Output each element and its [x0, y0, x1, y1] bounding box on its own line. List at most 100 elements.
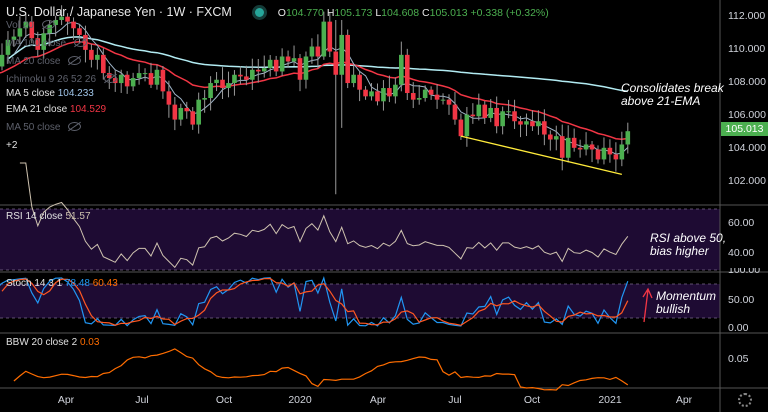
candle-body — [190, 111, 196, 125]
legend-item[interactable]: MA 5 close 104.233 — [6, 88, 94, 99]
candle-body — [363, 89, 368, 97]
candle-body — [506, 111, 511, 113]
legend-item[interactable]: MA 100 close — [6, 38, 88, 49]
candle-body — [267, 59, 273, 69]
candle-body — [202, 98, 207, 100]
legend-item[interactable]: Vol 20 — [6, 20, 55, 31]
candle-body — [160, 69, 166, 92]
settings-gear-icon[interactable] — [738, 393, 752, 407]
interval[interactable]: 1W — [167, 5, 186, 19]
candle-body — [148, 73, 154, 85]
candle-body — [118, 74, 124, 84]
legend-item[interactable]: EMA 21 close 104.529 — [6, 104, 106, 115]
bbw-legend[interactable]: BBW 20 close 2 0.03 — [6, 337, 99, 348]
candle-body — [565, 137, 571, 158]
candle-body — [166, 91, 172, 105]
candle-body — [136, 73, 142, 79]
annotation-momentum: Momentum bullish — [656, 289, 717, 316]
candle-body — [238, 74, 243, 77]
candle-body — [77, 28, 82, 35]
candle-body — [273, 59, 279, 72]
time-tick: 2021 — [598, 394, 622, 406]
candle-body — [351, 74, 356, 84]
candle-body — [470, 114, 476, 117]
candle-body — [625, 131, 631, 145]
candle-body — [178, 107, 184, 120]
candle-body — [542, 121, 547, 135]
candle-body — [464, 114, 470, 137]
annotation-ema-break: Consolidates break above 21-EMA — [621, 81, 724, 108]
candle-body — [315, 46, 321, 57]
hidden-eye-icon[interactable] — [68, 56, 82, 65]
candle-body — [619, 144, 625, 160]
legend-item[interactable]: Ichimoku 9 26 52 26 — [6, 74, 118, 85]
candle-body — [369, 91, 374, 97]
hidden-eye-icon[interactable] — [104, 74, 118, 83]
legend-item[interactable]: MA 20 close — [6, 56, 82, 67]
price-tick: 112.000 — [728, 10, 766, 22]
last-price-tag: 105.013 — [721, 122, 768, 136]
candle-body — [410, 93, 416, 100]
candle-body — [416, 98, 422, 100]
time-tick: Jul — [448, 394, 462, 406]
candle-body — [404, 54, 410, 94]
legend-more[interactable]: +2 — [6, 140, 17, 151]
time-tick: 2020 — [288, 394, 312, 406]
candle-body — [530, 121, 535, 127]
candle-body — [559, 136, 565, 158]
price-tick: 108.000 — [728, 76, 766, 88]
candle-body — [393, 84, 398, 97]
candle-body — [71, 21, 76, 29]
time-tick: Oct — [215, 394, 233, 406]
candle-body — [142, 73, 148, 75]
candle-body — [214, 79, 219, 84]
rsi-legend[interactable]: RSI 14 close 51.57 — [6, 211, 91, 222]
price-tick: 110.000 — [728, 43, 766, 55]
candle-body — [95, 54, 100, 60]
candle-body — [500, 111, 505, 127]
candle-body — [255, 69, 261, 72]
price-tick: 102.000 — [728, 175, 766, 187]
candle-body — [220, 79, 225, 89]
stoch-tick: 0.00 — [728, 322, 749, 334]
candle-body — [482, 104, 488, 118]
candle-body — [101, 54, 106, 74]
candle-body — [303, 56, 309, 80]
candle-body — [327, 21, 333, 52]
hidden-eye-icon[interactable] — [41, 20, 55, 29]
candle-body — [184, 107, 190, 112]
candle-body — [524, 121, 529, 125]
candle-body — [446, 99, 452, 105]
candle-body — [399, 54, 404, 85]
stoch-tick: 100.00 — [728, 268, 761, 275]
candle-body — [422, 89, 428, 98]
candle-body — [488, 107, 494, 118]
candle-body — [440, 99, 446, 101]
stoch-legend[interactable]: Stoch 14 3 1 78.48 60.43 — [6, 278, 118, 289]
candle-body — [595, 149, 601, 160]
time-tick: Apr — [675, 394, 693, 406]
chart-canvas[interactable] — [0, 0, 768, 412]
candle-body — [607, 147, 613, 155]
candle-body — [124, 74, 130, 87]
candle-body — [434, 94, 440, 100]
time-tick: Apr — [57, 394, 75, 406]
candle-body — [261, 68, 267, 72]
candle-body — [309, 46, 315, 57]
candle-body — [89, 49, 94, 60]
candle-body — [154, 69, 160, 85]
candle-body — [285, 56, 291, 62]
candle-body — [232, 74, 237, 84]
hidden-eye-icon[interactable] — [74, 38, 88, 47]
bbw-tick: 0.05 — [728, 353, 749, 365]
candle-body — [172, 104, 178, 120]
hidden-eye-icon[interactable] — [68, 122, 82, 131]
candle-body — [0, 54, 5, 67]
candle-body — [458, 119, 464, 137]
annotation-rsi: RSI above 50, bias higher — [650, 231, 727, 258]
candle-body — [208, 83, 213, 98]
symbol-name[interactable]: U.S. Dollar / Japanese Yen — [6, 5, 155, 19]
candle-body — [321, 21, 327, 57]
legend-item[interactable]: MA 50 close — [6, 122, 82, 133]
bbw-line — [13, 348, 629, 391]
